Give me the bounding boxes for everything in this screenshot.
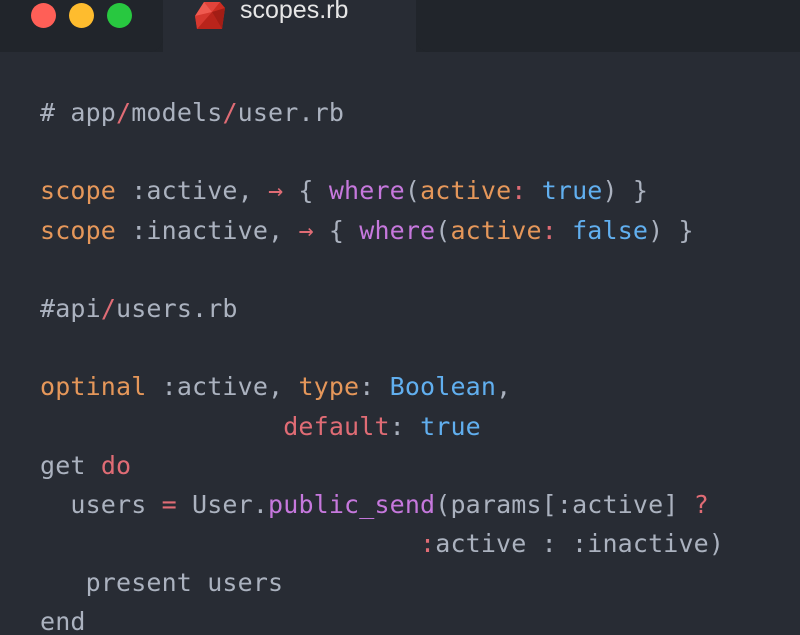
- code-token: present users: [40, 568, 284, 598]
- code-token: default: [283, 411, 390, 441]
- code-line: # app/models/user.rb: [40, 93, 724, 132]
- minimize-button[interactable]: [69, 3, 94, 28]
- code-token: (params[:active]: [435, 489, 694, 519]
- code-line: #api/users.rb: [40, 289, 724, 328]
- code-token: :active,: [116, 176, 269, 206]
- code-token: where: [359, 215, 436, 245]
- code-token: active: [450, 215, 542, 245]
- code-line: end: [40, 602, 724, 635]
- code-token: :: [420, 529, 436, 559]
- code-token: true: [541, 176, 603, 206]
- code-token: do: [100, 450, 132, 480]
- code-token: /: [116, 98, 132, 127]
- code-token: :: [511, 176, 542, 206]
- maximize-button[interactable]: [107, 3, 132, 28]
- code-token: active: [420, 176, 512, 206]
- code-token: users: [40, 489, 162, 519]
- code-token: type: [298, 372, 360, 402]
- code-line: get do: [40, 446, 724, 485]
- code-token: end: [40, 607, 86, 635]
- code-editor[interactable]: # app/models/user.rb scope :active, → { …: [40, 93, 724, 635]
- code-token: {: [313, 215, 360, 245]
- code-token: :inactive,: [116, 215, 299, 245]
- code-token: ) }: [602, 176, 649, 206]
- code-line: scope :active, → { where(active: true) }: [40, 171, 724, 210]
- code-window: scopes.rb # app/models/user.rb scope :ac…: [0, 0, 800, 635]
- code-token: active : :inactive): [435, 529, 725, 559]
- code-token: scope: [40, 215, 117, 245]
- tab-label: scopes.rb: [240, 0, 349, 24]
- code-line: users = User.public_send(params[:active]…: [40, 485, 724, 524]
- code-line: scope :inactive, → { where(active: false…: [40, 211, 724, 250]
- close-button[interactable]: [31, 3, 56, 28]
- code-token: false: [572, 215, 649, 245]
- code-token: ,: [496, 372, 512, 402]
- title-bar: scopes.rb: [0, 0, 800, 52]
- code-token: :: [389, 411, 421, 441]
- code-token: →: [268, 176, 284, 206]
- code-token: #api: [40, 293, 101, 323]
- code-token: models: [131, 98, 223, 127]
- code-token: # app: [40, 98, 117, 127]
- code-token: users.rb: [116, 293, 238, 323]
- code-token: where: [328, 176, 405, 206]
- code-token: User.: [176, 489, 269, 519]
- code-line: present users: [40, 563, 724, 602]
- code-token: public_send: [268, 489, 436, 519]
- code-token: :: [359, 372, 390, 402]
- code-token: →: [298, 215, 314, 245]
- code-token: {: [283, 176, 329, 206]
- code-line: default: true: [40, 407, 724, 446]
- code-line: :active : :inactive): [40, 524, 724, 563]
- code-token: Boolean: [389, 372, 497, 402]
- code-token: (: [435, 215, 451, 245]
- title-bar-right: [416, 0, 800, 52]
- code-token: user.rb: [237, 98, 345, 127]
- code-token: true: [420, 411, 481, 441]
- code-token: :: [541, 215, 573, 245]
- code-token: :active,: [146, 372, 299, 402]
- code-token: optinal: [40, 372, 147, 402]
- code-token: /: [100, 293, 117, 323]
- code-token: /: [222, 98, 238, 127]
- code-token: (: [404, 176, 421, 206]
- code-token: ) }: [648, 215, 694, 245]
- code-token: get: [40, 450, 101, 480]
- code-token: =: [161, 489, 177, 519]
- tab-scopes-rb[interactable]: scopes.rb: [163, 0, 416, 52]
- code-token: scope: [40, 176, 117, 206]
- title-bar-left: [0, 0, 163, 52]
- code-token: ?: [693, 489, 709, 519]
- code-line: optinal :active, type: Boolean,: [40, 367, 724, 406]
- ruby-icon: [195, 2, 225, 29]
